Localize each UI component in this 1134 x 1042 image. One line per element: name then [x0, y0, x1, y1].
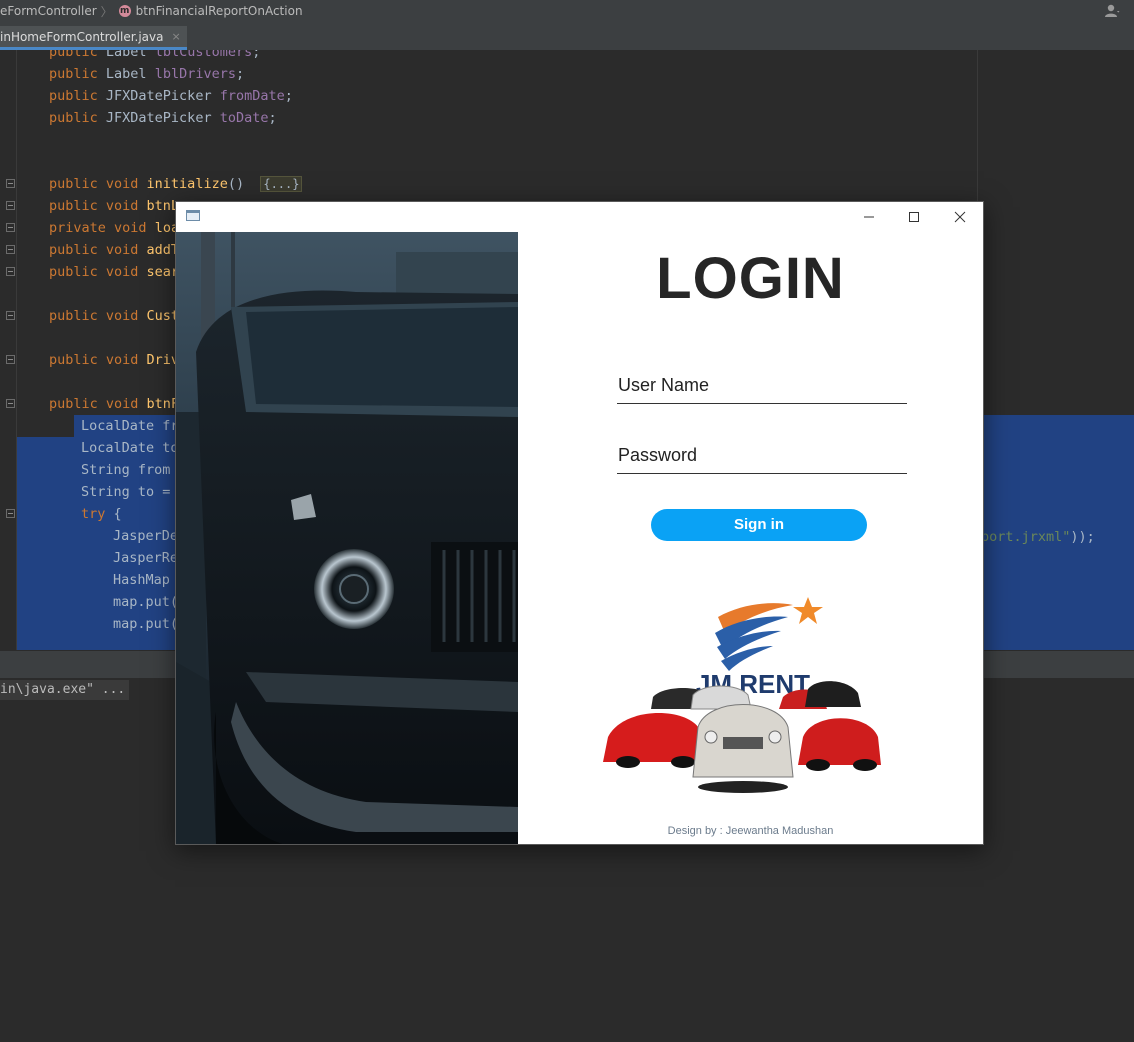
code-line: map.put( [113, 594, 179, 610]
login-window: LOGIN Sign in JM RENT [175, 201, 984, 845]
fold-icon[interactable] [6, 355, 15, 364]
fold-icon[interactable] [6, 223, 15, 232]
folded-block[interactable]: {...} [260, 176, 303, 192]
logo-swoosh-icon [715, 603, 793, 671]
close-icon [954, 211, 966, 223]
code-line: public void btnL [49, 198, 180, 214]
password-field[interactable] [617, 438, 908, 474]
fold-icon[interactable] [6, 179, 15, 188]
selection-gap [17, 415, 74, 437]
sign-in-button[interactable]: Sign in [651, 509, 867, 541]
app-icon [186, 210, 200, 221]
tab-home-form-controller[interactable]: inHomeFormController.java × [0, 26, 187, 50]
code-fragment: port.jrxml")); [981, 529, 1095, 545]
fold-icon[interactable] [6, 245, 15, 254]
code-line: public JFXDatePicker toDate; [49, 110, 277, 126]
code-line: LocalDate fr [81, 418, 179, 434]
jm-rent-logo: JM RENT [603, 597, 881, 793]
method-icon: m [118, 5, 131, 17]
maximize-button[interactable] [892, 202, 937, 232]
code-line: public void Driv [49, 352, 180, 368]
code-line: public JFXDatePicker fromDate; [49, 88, 293, 104]
console-output: in\java.exe" ... [0, 680, 130, 700]
fold-icon[interactable] [6, 267, 15, 276]
suv-image [176, 232, 518, 844]
breadcrumb: eFormController 〉 m btnFinancialReportOn… [0, 0, 1134, 22]
code-line: public void sear [49, 264, 180, 280]
code-line: public Label lblCustomers; [49, 50, 261, 60]
fold-icon[interactable] [6, 509, 15, 518]
code-line: LocalDate to [81, 440, 179, 456]
code-line: JasperRe [113, 550, 179, 566]
fold-icon[interactable] [6, 399, 15, 408]
logo-star-icon [793, 597, 823, 624]
user-icon[interactable] [1104, 3, 1120, 19]
code-line: public Label lblDrivers; [49, 66, 245, 82]
breadcrumb-class[interactable]: eFormController [0, 4, 97, 18]
breadcrumb-method[interactable]: btnFinancialReportOnAction [136, 4, 303, 18]
username-field[interactable] [617, 368, 908, 404]
login-form: LOGIN Sign in JM RENT [518, 232, 983, 844]
gutter-divider [16, 50, 17, 650]
close-icon[interactable]: × [172, 30, 181, 43]
code-line: String to = [81, 484, 171, 500]
editor-tabbar: inHomeFormController.java × [0, 22, 1134, 51]
breadcrumb-separator-icon: 〉 [100, 4, 113, 19]
code-line: public void Cust [49, 308, 180, 324]
password-input[interactable] [617, 438, 908, 472]
fold-icon[interactable] [6, 311, 15, 320]
minimize-icon [864, 216, 874, 218]
code-line: public void initialize() {...} [49, 173, 303, 195]
designer-credit: Design by : Jeewantha Madushan [667, 825, 834, 837]
code-line: private void loa [49, 220, 180, 236]
car-photo [176, 232, 518, 844]
code-line: String from [81, 462, 171, 478]
code-line: public void btnF [49, 396, 180, 412]
minimize-button[interactable] [847, 202, 892, 232]
window-titlebar[interactable] [176, 202, 983, 232]
fold-icon[interactable] [6, 201, 15, 210]
code-line: try { [81, 506, 122, 522]
close-window-button[interactable] [938, 202, 983, 232]
tab-label: inHomeFormController.java [0, 29, 164, 44]
code-line: public void addT [49, 242, 180, 258]
login-title: LOGIN [656, 246, 845, 311]
code-line: JasperDe [113, 528, 179, 544]
username-input[interactable] [617, 368, 908, 402]
cars-icon [603, 681, 881, 793]
code-line: map.put( [113, 616, 179, 632]
maximize-icon [909, 212, 919, 222]
code-line: HashMap [113, 572, 170, 588]
